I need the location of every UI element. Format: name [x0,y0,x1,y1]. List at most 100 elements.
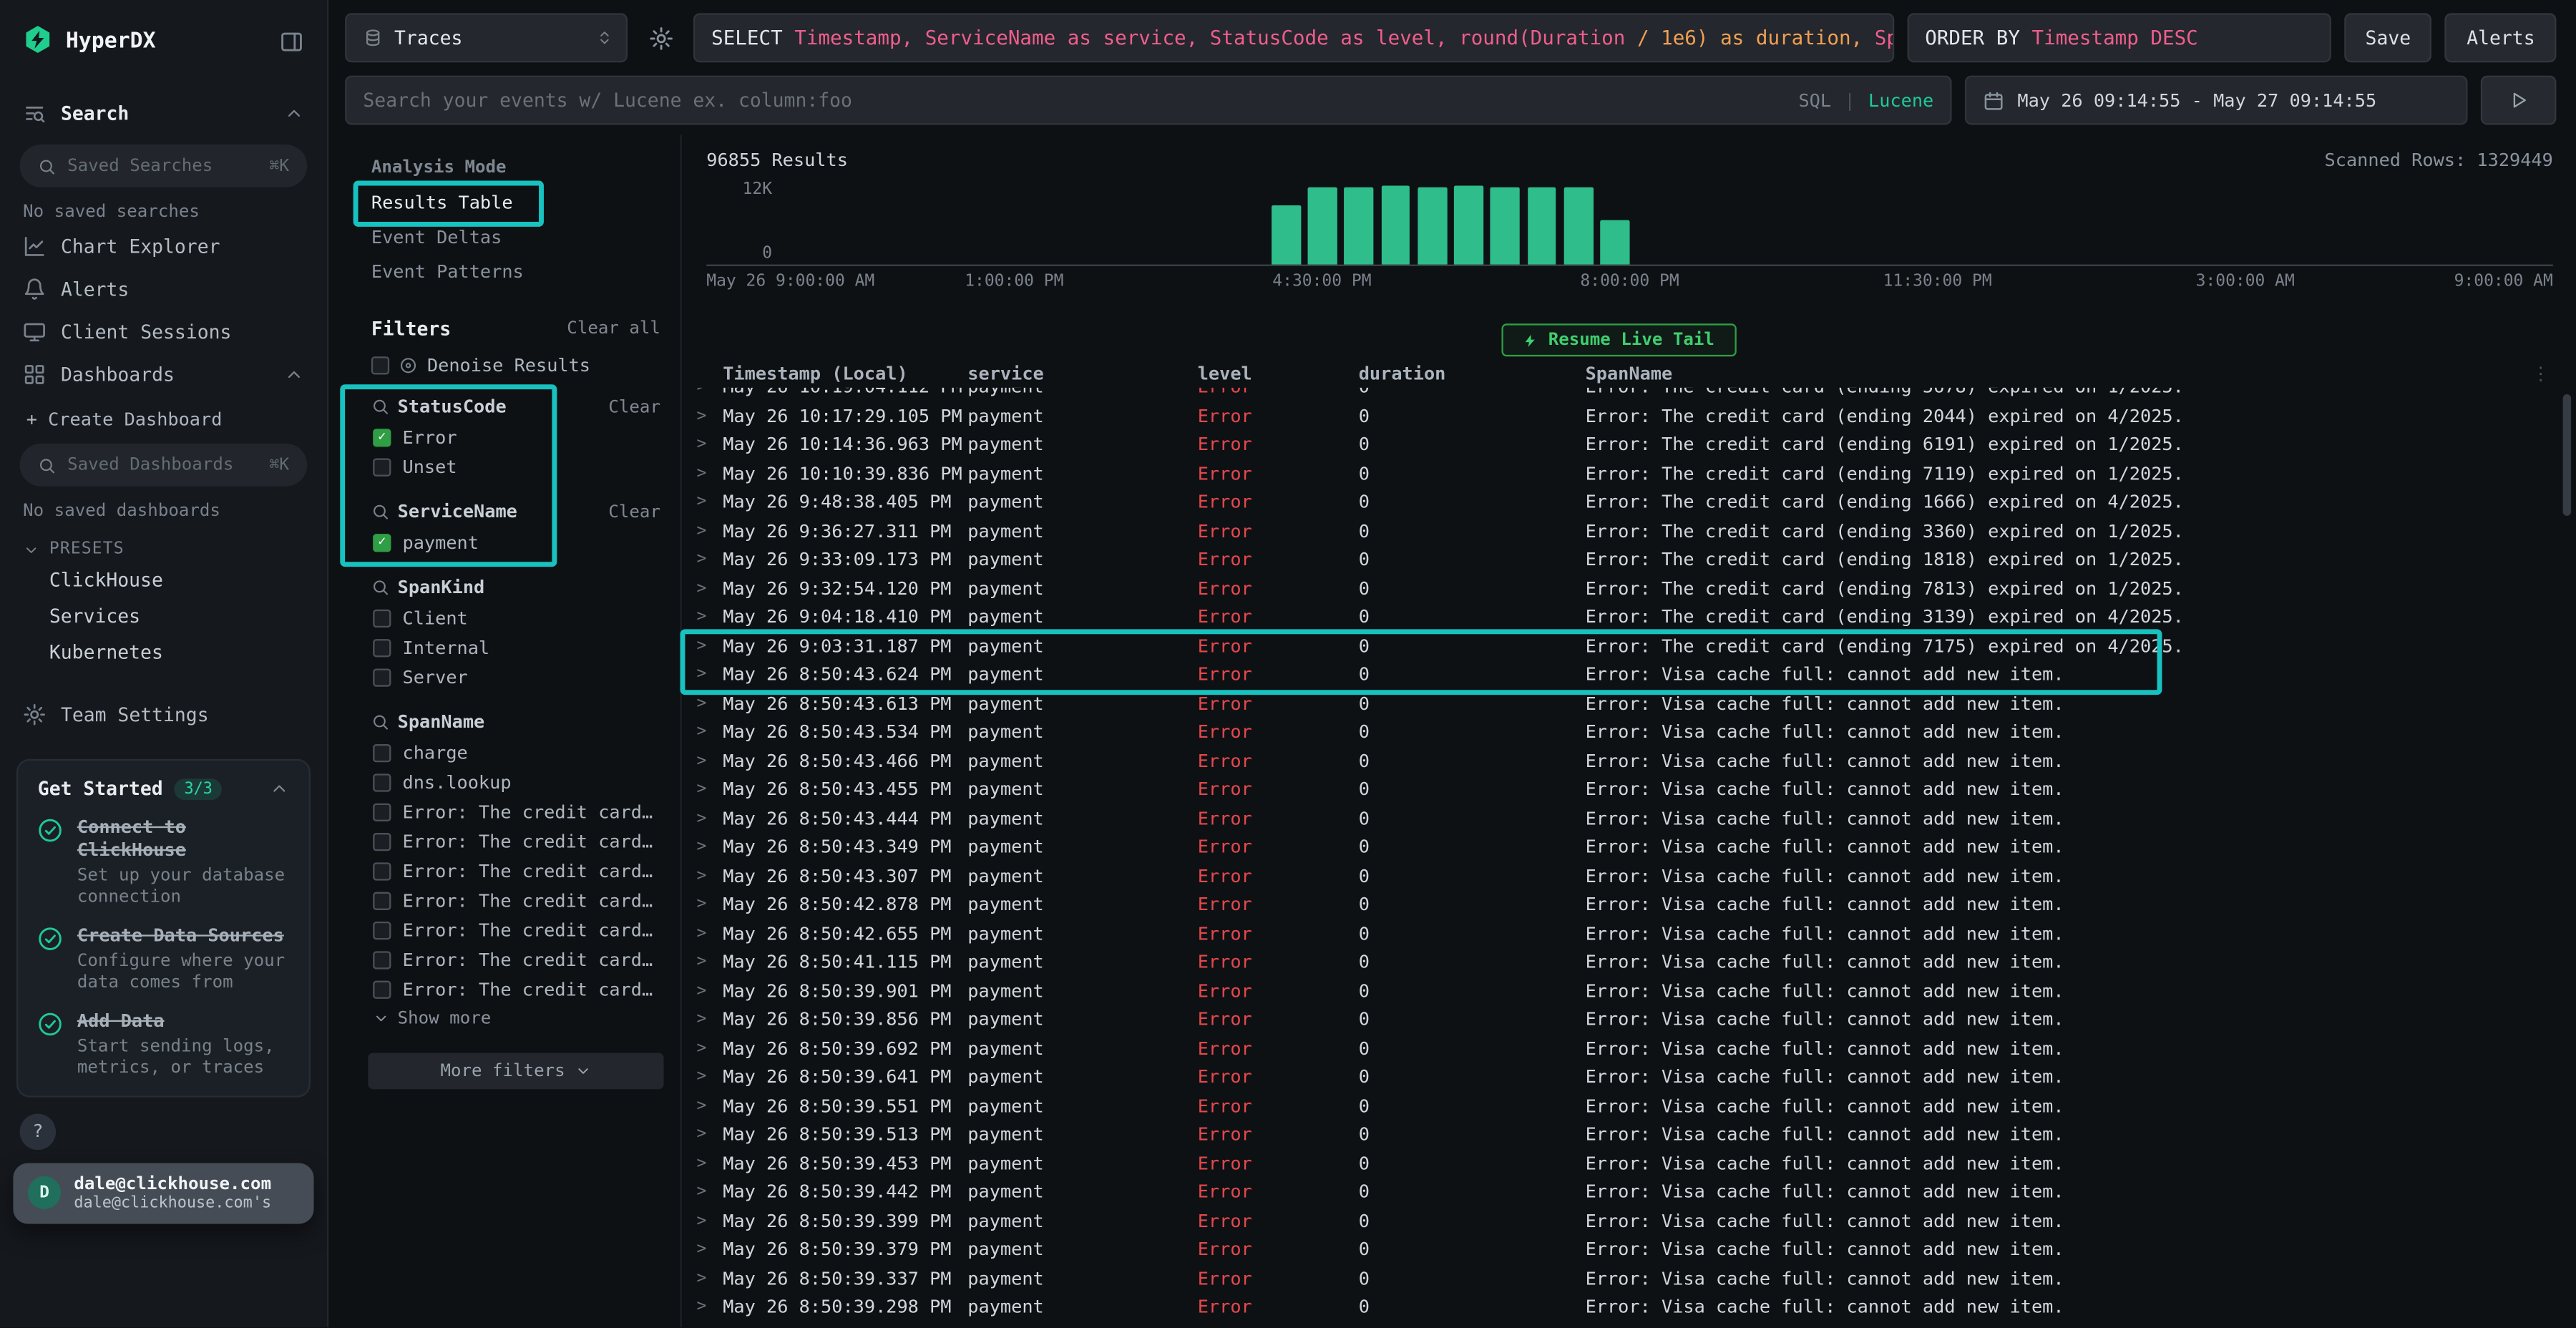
saved-dashboards-input[interactable]: Saved Dashboards ⌘K [20,444,308,487]
sidebar-item-chart-explorer[interactable]: Chart Explorer [0,225,327,268]
checkbox-unchecked[interactable] [373,609,391,627]
checkbox-unchecked[interactable] [371,356,389,374]
language-toggle-lucene[interactable]: Lucene [1868,89,1933,111]
sidebar-section-search[interactable]: Search [0,92,327,135]
histogram-bar[interactable] [1418,187,1447,265]
table-row[interactable]: >May 26 8:50:39.692 PMpaymentError0Error… [682,1034,2557,1063]
column-header-spanname[interactable]: SpanName [1586,363,2530,384]
table-row[interactable]: >May 26 8:50:39.901 PMpaymentError0Error… [682,977,2557,1005]
filter-option[interactable]: Error: The credit card … [355,856,667,885]
date-range-picker[interactable]: May 26 09:14:55 - May 27 09:14:55 [1965,76,2468,125]
table-row[interactable]: >May 26 8:50:39.551 PMpaymentError0Error… [682,1092,2557,1120]
filter-option[interactable]: ✓Error [355,422,667,451]
order-by-input[interactable]: ORDER BY Timestamp DESC [1907,13,2331,62]
user-menu[interactable]: D dale@clickhouse.com dale@clickhouse.co… [13,1163,313,1224]
chevron-up-icon[interactable] [284,104,304,124]
histogram-bar[interactable] [1308,187,1337,265]
table-row[interactable]: >May 26 8:50:39.337 PMpaymentError0Error… [682,1264,2557,1293]
histogram-bar[interactable] [1491,187,1520,265]
alerts-button[interactable]: Alerts [2445,13,2556,62]
column-header-level[interactable]: level [1198,363,1359,384]
analysis-mode-event-deltas[interactable]: Event Deltas [355,222,667,256]
checkbox-unchecked[interactable] [373,861,391,879]
run-query-button[interactable] [2481,76,2557,125]
preset-item-kubernetes[interactable]: Kubernetes [0,634,327,670]
presets-header[interactable]: PRESETS [0,524,327,562]
source-select[interactable]: Traces [345,13,628,62]
table-row[interactable]: >May 26 10:17:29.105 PMpaymentError0Erro… [682,401,2557,430]
table-row[interactable]: >May 26 9:48:38.405 PMpaymentError0Error… [682,488,2557,517]
clear-all-filters-link[interactable]: Clear all [567,318,660,338]
analysis-mode-results-table[interactable]: Results Table [355,187,667,222]
table-row[interactable]: >May 26 8:50:43.349 PMpaymentError0Error… [682,833,2557,861]
histogram-bar[interactable] [1528,187,1557,265]
table-row[interactable]: >May 26 8:50:42.878 PMpaymentError0Error… [682,890,2557,919]
get-started-step[interactable]: Add Data Start sending logs, metrics, or… [38,1010,289,1078]
checkbox-unchecked[interactable] [373,980,391,998]
analysis-mode-event-patterns[interactable]: Event Patterns [355,256,667,290]
filter-option[interactable]: Error: The credit card … [355,886,667,915]
checkbox-checked[interactable]: ✓ [373,428,391,446]
source-settings-gear-icon[interactable] [640,26,680,50]
filter-option[interactable]: Client [355,603,667,633]
checkbox-unchecked[interactable] [373,950,391,968]
checkbox-unchecked[interactable] [373,668,391,685]
table-row[interactable]: >May 26 8:50:43.613 PMpaymentError0Error… [682,689,2557,718]
filter-option[interactable]: Error: The credit card … [355,944,667,974]
denoise-results-toggle[interactable]: Denoise Results [355,355,667,376]
sidebar-item-client-sessions[interactable]: Client Sessions [0,311,327,353]
filter-option[interactable]: ✓payment [355,527,667,557]
table-row[interactable]: >May 26 9:36:27.311 PMpaymentError0Error… [682,517,2557,545]
table-row[interactable]: >May 26 8:50:43.534 PMpaymentError0Error… [682,718,2557,746]
filter-clear-link[interactable]: Clear [608,502,660,522]
sidebar-item-alerts[interactable]: Alerts [0,268,327,311]
histogram-bar[interactable] [1381,186,1410,265]
event-search-input[interactable]: Search your events w/ Lucene ex. column:… [345,76,1951,125]
filter-option[interactable]: charge [355,738,667,767]
checkbox-unchecked[interactable] [373,832,391,850]
checkbox-unchecked[interactable] [373,638,391,656]
histogram-bar[interactable] [1564,187,1594,265]
filter-option[interactable]: Error: The credit card … [355,974,667,1003]
filter-clear-link[interactable]: Clear [608,396,660,416]
get-started-step[interactable]: Connect to ClickHouse Set up your databa… [38,816,289,908]
create-dashboard-button[interactable]: + Create Dashboard [0,396,327,434]
table-row[interactable]: >May 26 8:50:42.655 PMpaymentError0Error… [682,919,2557,948]
get-started-step[interactable]: Create Data Sources Configure where your… [38,924,289,993]
table-row[interactable]: >May 26 10:19:04.112 PMpaymentError0Erro… [682,388,2557,402]
table-row[interactable]: >May 26 8:50:43.466 PMpaymentError0Error… [682,746,2557,775]
table-row[interactable]: >May 26 8:50:39.513 PMpaymentError0Error… [682,1120,2557,1149]
checkbox-unchecked[interactable] [373,892,391,909]
table-row[interactable]: >May 26 8:50:39.442 PMpaymentError0Error… [682,1178,2557,1206]
checkbox-checked[interactable]: ✓ [373,533,391,551]
filter-group-name[interactable]: StatusCode [398,396,507,417]
saved-searches-input[interactable]: Saved Searches ⌘K [20,145,308,187]
filter-group-name[interactable]: ServiceName [398,501,517,522]
table-row[interactable]: >May 26 8:50:43.307 PMpaymentError0Error… [682,861,2557,890]
table-row[interactable]: >May 26 8:50:39.298 PMpaymentError0Error… [682,1293,2557,1322]
filter-option[interactable]: dns.lookup [355,767,667,796]
table-row[interactable]: >May 26 8:50:39.856 PMpaymentError0Error… [682,1005,2557,1034]
column-header-timestamp[interactable]: Timestamp (Local) [723,363,967,384]
preset-item-services[interactable]: Services [0,598,327,635]
checkbox-unchecked[interactable] [373,457,391,475]
sql-select-input[interactable]: SELECT Timestamp, ServiceName as service… [693,13,1894,62]
filter-group-name[interactable]: SpanName [398,711,485,733]
column-header-service[interactable]: service [967,363,1197,384]
chevron-up-icon[interactable] [284,365,304,385]
collapse-sidebar-icon[interactable] [279,29,303,54]
column-options-icon[interactable]: ⋮ [2530,363,2557,384]
help-button[interactable]: ? [20,1113,57,1150]
more-filters-button[interactable]: More filters [368,1053,663,1090]
checkbox-unchecked[interactable] [373,773,391,791]
table-row[interactable]: >May 26 10:14:36.963 PMpaymentError0Erro… [682,431,2557,459]
sidebar-item-dashboards[interactable]: Dashboards [0,353,327,396]
checkbox-unchecked[interactable] [373,803,391,821]
filter-option[interactable]: Error: The credit card … [355,915,667,944]
filter-option[interactable]: Error: The credit card … [355,797,667,826]
language-toggle-sql[interactable]: SQL [1798,89,1831,111]
column-header-duration[interactable]: duration [1359,363,1586,384]
show-more-link[interactable]: Show more [355,1004,667,1033]
histogram-bar[interactable] [1345,187,1374,265]
save-button[interactable]: Save [2344,13,2432,62]
